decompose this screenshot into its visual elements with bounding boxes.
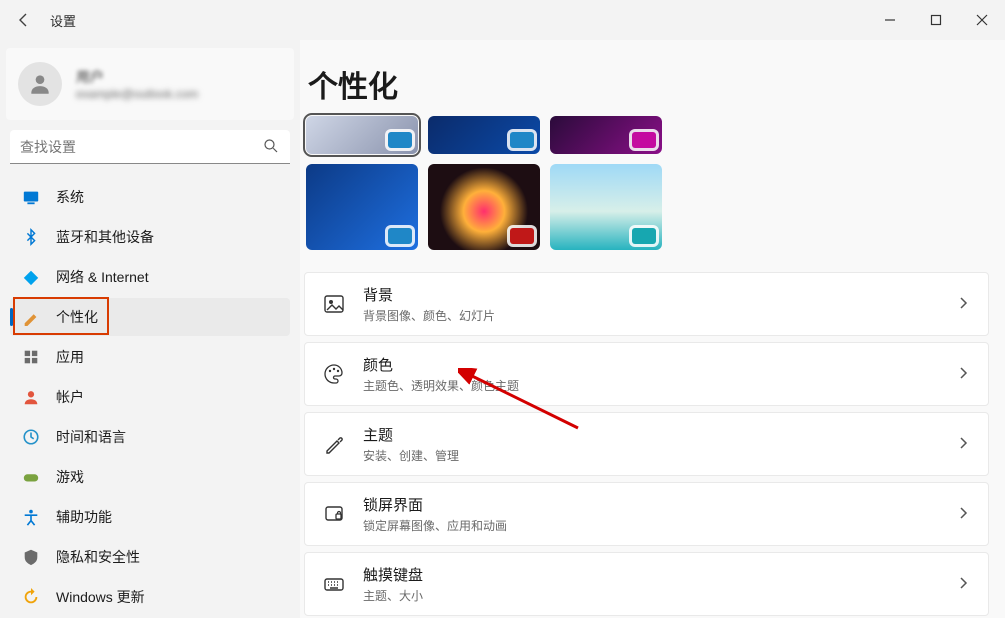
search-input[interactable] [10, 130, 290, 164]
brush-icon [22, 308, 40, 326]
user-text: 用户 example@outlook.com [76, 67, 198, 101]
settings-row-subtitle: 主题、大小 [363, 587, 938, 604]
settings-list: 背景 背景图像、颜色、幻灯片 颜色 主题色、透明效果、颜色主题 主题 安装、创建… [304, 272, 989, 616]
sidebar-item-bluetooth[interactable]: 蓝牙和其他设备 [10, 218, 290, 256]
settings-row-text: 锁屏界面 锁定屏幕图像、应用和动画 [363, 494, 938, 534]
sidebar-item-privacy[interactable]: 隐私和安全性 [10, 538, 290, 576]
user-name: 用户 [76, 67, 198, 87]
settings-row-text: 颜色 主题色、透明效果、颜色主题 [363, 354, 938, 394]
theme-preset[interactable] [550, 116, 662, 154]
maximize-button[interactable] [913, 0, 959, 40]
theme-accent-chip [632, 132, 656, 148]
sidebar-item-accessibility[interactable]: 辅助功能 [10, 498, 290, 536]
sidebar-item-label: 网络 & Internet [56, 267, 149, 287]
chevron-right-icon [956, 576, 970, 593]
chevron-right-icon [956, 506, 970, 523]
sidebar-item-label: 个性化 [56, 307, 98, 327]
sidebar-item-time[interactable]: 时间和语言 [10, 418, 290, 456]
system-icon [22, 188, 40, 206]
settings-row-subtitle: 锁定屏幕图像、应用和动画 [363, 517, 938, 534]
bluetooth-icon [22, 228, 40, 246]
apps-icon [22, 348, 40, 366]
nav-list: 系统 蓝牙和其他设备 网络 & Internet 个性化 应用 帐户 时间和语言… [6, 178, 294, 616]
theme-preset[interactable] [306, 116, 418, 154]
privacy-icon [22, 548, 40, 566]
close-button[interactable] [959, 0, 1005, 40]
gaming-icon [22, 468, 40, 486]
settings-row-text: 触摸键盘 主题、大小 [363, 564, 938, 604]
chevron-right-icon [956, 366, 970, 383]
sidebar: 用户 example@outlook.com 系统 蓝牙和其他设备 网络 & I… [0, 40, 300, 618]
search-icon [262, 137, 280, 158]
brush2-icon [323, 433, 345, 455]
settings-row-title: 锁屏界面 [363, 494, 938, 515]
page-title: 个性化 [308, 62, 995, 106]
settings-row-keyboard[interactable]: 触摸键盘 主题、大小 [304, 552, 989, 616]
wifi-icon [22, 268, 40, 286]
update-icon [22, 588, 40, 606]
avatar [18, 62, 62, 106]
settings-row-title: 主题 [363, 424, 938, 445]
sidebar-item-label: 游戏 [56, 467, 84, 487]
theme-accent-chip [510, 132, 534, 148]
settings-row-title: 颜色 [363, 354, 938, 375]
search-box[interactable] [10, 130, 290, 164]
image-icon [323, 293, 345, 315]
settings-row-title: 触摸键盘 [363, 564, 938, 585]
lockscreen-icon [323, 503, 345, 525]
theme-preset[interactable] [306, 164, 418, 250]
chevron-right-icon [956, 436, 970, 453]
main-content: 个性化 背景 背景图像、颜色、幻灯片 颜色 主题色、透明效果、颜色主题 主题 安… [300, 40, 1005, 618]
titlebar: 设置 [0, 0, 1005, 40]
settings-row-title: 背景 [363, 284, 938, 305]
keyboard-icon [323, 573, 345, 595]
sidebar-item-label: 系统 [56, 187, 84, 207]
theme-accent-chip [632, 228, 656, 244]
settings-row-lockscreen[interactable]: 锁屏界面 锁定屏幕图像、应用和动画 [304, 482, 989, 546]
back-button[interactable] [12, 8, 36, 32]
settings-row-subtitle: 主题色、透明效果、颜色主题 [363, 377, 938, 394]
sidebar-item-label: Windows 更新 [56, 587, 145, 607]
settings-row-text: 背景 背景图像、颜色、幻灯片 [363, 284, 938, 324]
sidebar-item-brush[interactable]: 个性化 [10, 298, 290, 336]
theme-accent-chip [388, 132, 412, 148]
palette-icon [323, 363, 345, 385]
sidebar-item-label: 蓝牙和其他设备 [56, 227, 154, 247]
sidebar-item-label: 时间和语言 [56, 427, 126, 447]
theme-preset[interactable] [550, 164, 662, 250]
sidebar-item-label: 应用 [56, 347, 84, 367]
settings-row-text: 主题 安装、创建、管理 [363, 424, 938, 464]
theme-accent-chip [388, 228, 412, 244]
settings-row-palette[interactable]: 颜色 主题色、透明效果、颜色主题 [304, 342, 989, 406]
sidebar-item-label: 隐私和安全性 [56, 547, 140, 567]
sidebar-item-update[interactable]: Windows 更新 [10, 578, 290, 616]
theme-preset[interactable] [428, 116, 540, 154]
window-title: 设置 [50, 11, 76, 30]
sidebar-item-label: 帐户 [56, 387, 84, 407]
time-icon [22, 428, 40, 446]
settings-row-subtitle: 安装、创建、管理 [363, 447, 938, 464]
sidebar-item-account[interactable]: 帐户 [10, 378, 290, 416]
theme-presets [306, 116, 666, 250]
theme-accent-chip [510, 228, 534, 244]
settings-row-subtitle: 背景图像、颜色、幻灯片 [363, 307, 938, 324]
chevron-right-icon [956, 296, 970, 313]
accessibility-icon [22, 508, 40, 526]
user-card[interactable]: 用户 example@outlook.com [6, 48, 294, 120]
sidebar-item-apps[interactable]: 应用 [10, 338, 290, 376]
theme-preset[interactable] [428, 164, 540, 250]
window-controls [867, 0, 1005, 40]
sidebar-item-label: 辅助功能 [56, 507, 112, 527]
settings-row-brush2[interactable]: 主题 安装、创建、管理 [304, 412, 989, 476]
sidebar-item-gaming[interactable]: 游戏 [10, 458, 290, 496]
minimize-button[interactable] [867, 0, 913, 40]
sidebar-item-wifi[interactable]: 网络 & Internet [10, 258, 290, 296]
user-email: example@outlook.com [76, 87, 198, 101]
account-icon [22, 388, 40, 406]
settings-row-image[interactable]: 背景 背景图像、颜色、幻灯片 [304, 272, 989, 336]
sidebar-item-system[interactable]: 系统 [10, 178, 290, 216]
